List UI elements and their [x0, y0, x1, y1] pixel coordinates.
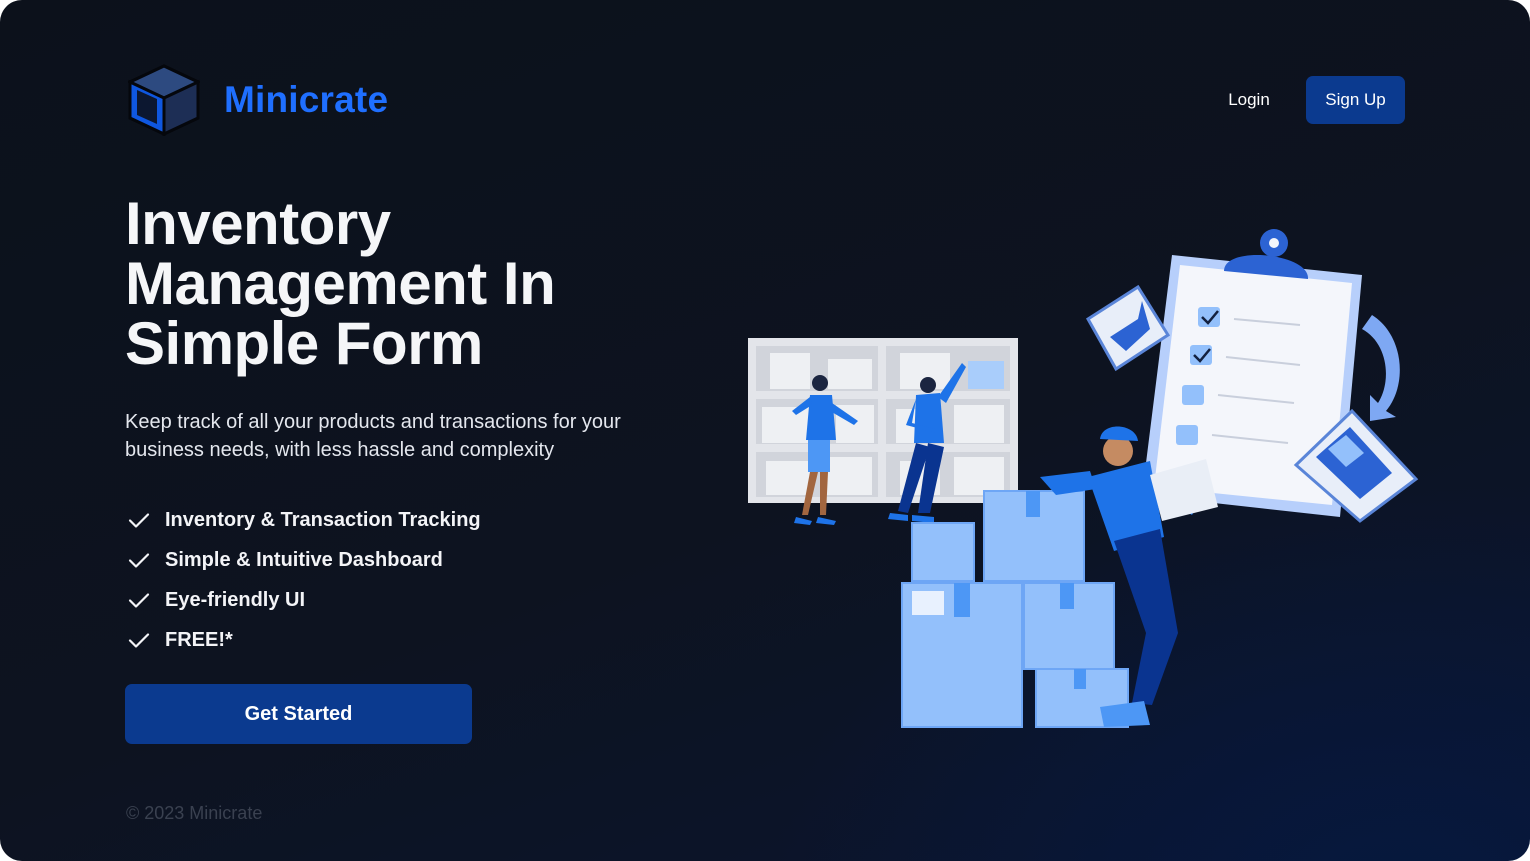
warehouse-illustration	[748, 229, 1419, 728]
shelf-unit	[748, 338, 1018, 503]
copyright-text: © 2023 Minicrate	[126, 803, 263, 823]
logo[interactable]: Minicrate	[128, 64, 388, 136]
feature-label: Eye-friendly UI	[165, 588, 306, 611]
landing-page: Minicrate Login Sign Up Inventory Manage…	[0, 0, 1530, 861]
check-icon	[128, 593, 150, 608]
check-icon	[128, 633, 150, 648]
hero-headline: Inventory Management In Simple Form	[125, 190, 556, 377]
feature-label: Simple & Intuitive Dashboard	[165, 548, 443, 571]
get-started-button[interactable]: Get Started	[125, 684, 472, 744]
check-icon	[128, 513, 150, 528]
feature-label: FREE!*	[165, 628, 233, 651]
box-stack	[901, 490, 1129, 728]
factory-icon	[1086, 284, 1171, 372]
feature-list: Inventory & Transaction Tracking Simple …	[127, 500, 481, 660]
feature-item: Simple & Intuitive Dashboard	[127, 540, 481, 580]
brand-name: Minicrate	[224, 79, 389, 120]
feature-item: Inventory & Transaction Tracking	[127, 500, 481, 540]
login-button[interactable]: Login	[1212, 80, 1286, 120]
feature-item: FREE!*	[127, 620, 481, 660]
check-icon	[128, 553, 150, 568]
feature-item: Eye-friendly UI	[127, 580, 481, 620]
signup-button[interactable]: Sign Up	[1306, 76, 1405, 124]
crate-icon	[128, 64, 200, 136]
hero-subtext: Keep track of all your products and tran…	[125, 411, 621, 461]
feature-label: Inventory & Transaction Tracking	[165, 508, 481, 531]
